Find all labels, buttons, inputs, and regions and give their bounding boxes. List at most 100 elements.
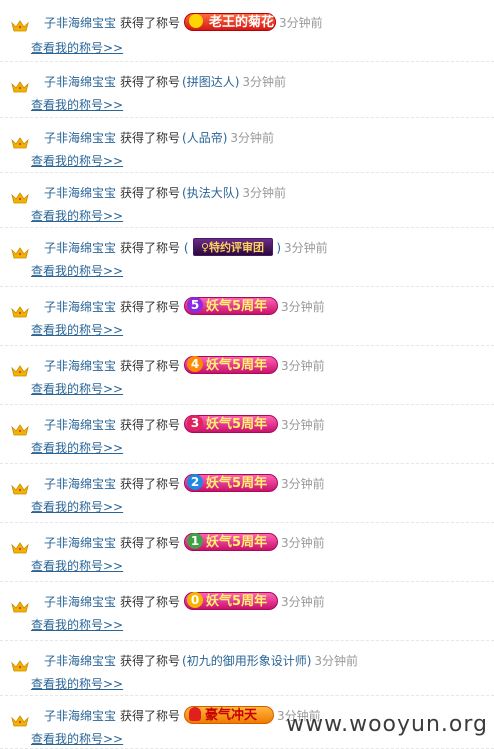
crown-icon <box>11 601 29 613</box>
timestamp: 3分钟前 <box>281 477 325 491</box>
badge-number: 0 <box>187 592 204 608</box>
username-link[interactable]: 子非海绵宝宝 <box>44 418 116 432</box>
feed-item: 子非海绵宝宝 获得了称号 4 妖气5周年 3分钟前 查看我的称号>> <box>0 346 494 405</box>
username-link[interactable]: 子非海绵宝宝 <box>44 595 116 609</box>
feed-item: 子非海绵宝宝 获得了称号 (初九的御用形象设计师) 3分钟前 查看我的称号>> <box>0 641 494 696</box>
username-link[interactable]: 子非海绵宝宝 <box>44 709 116 723</box>
title-badge: 豪气冲天 <box>184 705 275 724</box>
username-link[interactable]: 子非海绵宝宝 <box>44 536 116 550</box>
feed-item: 子非海绵宝宝 获得了称号 ( ♀特约评审团 ) 3分钟前查看我的称号>> <box>0 228 494 287</box>
badge-text: 老王的菊花 <box>209 14 275 30</box>
crown-icon <box>11 20 29 32</box>
username-link[interactable]: 子非海绵宝宝 <box>44 477 116 491</box>
action-text: 获得了称号 <box>120 241 181 255</box>
view-my-titles-link[interactable]: 查看我的称号>> <box>31 381 123 397</box>
timestamp: 3分钟前 <box>281 418 325 432</box>
action-text: 获得了称号 <box>120 477 181 491</box>
paren-open: ( <box>180 241 189 255</box>
view-my-titles-link[interactable]: 查看我的称号>> <box>31 499 123 515</box>
badge-number: 2 <box>187 474 204 490</box>
timestamp: 3分钟前 <box>281 536 325 550</box>
feed-item: 子非海绵宝宝 获得了称号 2 妖气5周年 3分钟前 查看我的称号>> <box>0 464 494 523</box>
view-my-titles-link[interactable]: 查看我的称号>> <box>31 676 123 692</box>
username-link[interactable]: 子非海绵宝宝 <box>44 241 116 255</box>
action-text: 获得了称号 <box>120 16 181 30</box>
username-link[interactable]: 子非海绵宝宝 <box>44 654 116 668</box>
action-text: 获得了称号 <box>120 75 181 89</box>
action-text: 获得了称号 <box>120 709 181 723</box>
view-my-titles-link[interactable]: 查看我的称号>> <box>31 208 123 224</box>
username-link[interactable]: 子非海绵宝宝 <box>44 359 116 373</box>
badge-text: ♀特约评审团 <box>201 240 265 254</box>
badge-text: 妖气5周年 <box>206 475 268 491</box>
title-badge: 4 妖气5周年 <box>184 355 279 374</box>
view-my-titles-link[interactable]: 查看我的称号>> <box>31 617 123 633</box>
crown-icon <box>11 81 29 93</box>
title-badge: 3 妖气5周年 <box>184 414 279 433</box>
feed-item: 子非海绵宝宝 获得了称号 5 妖气5周年 3分钟前 查看我的称号>> <box>0 287 494 346</box>
action-text: 获得了称号 <box>120 595 181 609</box>
action-text: 获得了称号 <box>120 536 181 550</box>
view-my-titles-link[interactable]: 查看我的称号>> <box>31 440 123 456</box>
timestamp: 3分钟前 <box>242 186 287 200</box>
action-text: 获得了称号 <box>120 186 181 200</box>
feed-item: 子非海绵宝宝 获得了称号 1 妖气5周年 3分钟前 查看我的称号>> <box>0 523 494 582</box>
crown-icon <box>11 137 29 149</box>
timestamp: 3分钟前 <box>281 595 325 609</box>
view-my-titles-link[interactable]: 查看我的称号>> <box>31 731 123 747</box>
badge-text: 妖气5周年 <box>206 593 268 609</box>
badge-text: 妖气5周年 <box>206 416 268 432</box>
feed-item: 子非海绵宝宝 获得了称号 (拼图达人) 3分钟前 查看我的称号>> <box>0 62 494 118</box>
badge-number: 4 <box>187 356 204 372</box>
feed-item: 子非海绵宝宝 获得了称号 (执法大队) 3分钟前查看我的称号>> <box>0 173 494 228</box>
badge-number: 5 <box>187 297 204 313</box>
username-link[interactable]: 子非海绵宝宝 <box>44 16 116 30</box>
view-my-titles-link[interactable]: 查看我的称号>> <box>31 322 123 338</box>
view-my-titles-link[interactable]: 查看我的称号>> <box>31 153 123 169</box>
crown-icon <box>11 542 29 554</box>
badge-number: 3 <box>187 415 204 431</box>
feed-item: 子非海绵宝宝 获得了称号 老王的菊花 3分钟前查看我的称号>> <box>0 0 494 62</box>
view-my-titles-link[interactable]: 查看我的称号>> <box>31 97 123 113</box>
timestamp: 3分钟前 <box>281 359 325 373</box>
timestamp: 3分钟前 <box>279 16 323 30</box>
crown-icon <box>11 715 29 727</box>
timestamp: 3分钟前 <box>281 300 325 314</box>
flower-icon <box>189 14 204 28</box>
action-text: 获得了称号 <box>120 418 181 432</box>
action-text: 获得了称号 <box>120 300 181 314</box>
badge-text: 妖气5周年 <box>206 534 268 550</box>
badge-text: 妖气5周年 <box>206 357 268 373</box>
crown-icon <box>11 660 29 672</box>
timestamp: 3分钟前 <box>314 654 359 668</box>
paren-close: ) <box>272 241 282 255</box>
username-link[interactable]: 子非海绵宝宝 <box>44 131 116 145</box>
title-badge: 2 妖气5周年 <box>184 473 279 492</box>
badge-number: 1 <box>187 533 204 549</box>
feed-item: 子非海绵宝宝 获得了称号 (人品帝) 3分钟前 查看我的称号>> <box>0 118 494 173</box>
timestamp: 3分钟前 <box>230 131 275 145</box>
username-link[interactable]: 子非海绵宝宝 <box>44 75 116 89</box>
action-text: 获得了称号 <box>120 131 181 145</box>
crown-icon <box>11 247 29 259</box>
title-badge: 5 妖气5周年 <box>184 296 279 315</box>
view-my-titles-link[interactable]: 查看我的称号>> <box>31 558 123 574</box>
timestamp: 3分钟前 <box>242 75 287 89</box>
username-link[interactable]: 子非海绵宝宝 <box>44 186 116 200</box>
view-my-titles-link[interactable]: 查看我的称号>> <box>31 263 123 279</box>
crown-icon <box>11 192 29 204</box>
crown-icon <box>11 306 29 318</box>
crown-icon <box>11 483 29 495</box>
crown-icon <box>11 365 29 377</box>
title-name: (执法大队) <box>182 186 240 200</box>
title-badge: 老王的菊花 <box>184 12 277 31</box>
view-my-titles-link[interactable]: 查看我的称号>> <box>31 40 123 56</box>
username-link[interactable]: 子非海绵宝宝 <box>44 300 116 314</box>
action-text: 获得了称号 <box>120 359 181 373</box>
title-badge: ♀特约评审团 <box>192 237 273 256</box>
title-badge: 1 妖气5周年 <box>184 532 279 551</box>
feed-item: 子非海绵宝宝 获得了称号 3 妖气5周年 3分钟前 查看我的称号>> <box>0 405 494 464</box>
title-name: (初九的御用形象设计师) <box>182 654 312 668</box>
timestamp: 3分钟前 <box>284 241 328 255</box>
badge-text: 妖气5周年 <box>206 298 268 314</box>
